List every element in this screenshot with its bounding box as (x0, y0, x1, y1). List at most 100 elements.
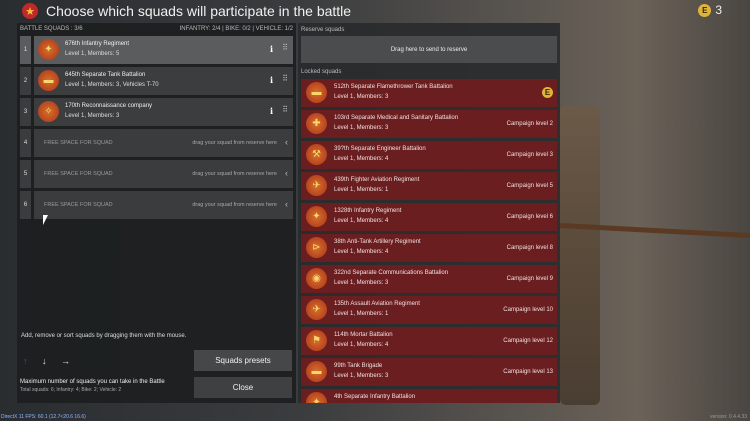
arrow-right-icon[interactable]: → (61, 356, 70, 366)
info-icon[interactable]: i (270, 106, 273, 116)
campaign-level: Campaign level 8 (506, 245, 553, 251)
squad-info: Level 1, Members: 3 (65, 113, 120, 119)
locked-heading: Locked squads (301, 69, 342, 75)
background-soldier (560, 105, 600, 405)
reserve-drop-zone[interactable]: Drag here to send to reserve (301, 36, 557, 63)
campaign-level: Campaign level 9 (506, 276, 553, 282)
drag-handle-icon[interactable]: ⠿ (282, 43, 288, 52)
slot-number: 3 (20, 98, 31, 126)
coin-icon: E (542, 87, 553, 98)
squad-name: 645th Separate Tank Battalion (65, 72, 146, 78)
squad-name: 99th Tank Brigade (334, 363, 383, 369)
squad-name: 114th Mortar Battalion (334, 332, 393, 338)
empty-slot-body[interactable]: FREE SPACE FOR SQUAD drag your squad fro… (34, 191, 293, 219)
squad-info: Level 1, Members: 4 (334, 218, 389, 224)
recon-emblem-icon: ✧ (38, 101, 59, 122)
locked-squad-row[interactable]: ⚒ 39?th Separate Engineer Battalion Leve… (301, 141, 557, 169)
squad-row[interactable]: 1 ✦ 676th Infantry Regiment Level 1, Mem… (20, 36, 293, 64)
engineer-emblem-icon: ⚒ (306, 144, 327, 165)
chevron-left-icon: ‹ (285, 137, 288, 147)
reserve-squads-panel: Reserve squads Drag here to send to rese… (298, 23, 560, 403)
info-icon[interactable]: i (270, 44, 273, 54)
chevron-left-icon: ‹ (285, 168, 288, 178)
locked-squad-row[interactable]: ✦ 1328th Infantry Regiment Level 1, Memb… (301, 203, 557, 231)
squad-info: Level 1, Members: 1 (334, 311, 389, 317)
battle-squads-heading: BATTLE SQUADS : 3/6 (20, 26, 83, 32)
rifle-emblem-icon: ✦ (306, 392, 327, 403)
empty-slot-hint: drag your squad from reserve here (192, 171, 277, 177)
arrow-down-icon[interactable]: ↓ (42, 356, 47, 366)
locked-squad-row[interactable]: ✚ 103rd Separate Medical and Sanitary Ba… (301, 110, 557, 138)
squad-name: 103rd Separate Medical and Sanitary Batt… (334, 115, 459, 121)
locked-squad-row[interactable]: ✈ 135th Assault Aviation Regiment Level … (301, 296, 557, 324)
locked-squad-row[interactable]: ⊳ 38th Anti-Tank Artillery Regiment Leve… (301, 234, 557, 262)
medical-emblem-icon: ✚ (306, 113, 327, 134)
tank-emblem-icon: ▬ (38, 70, 59, 91)
campaign-level: Campaign level 5 (506, 183, 553, 189)
squad-info: Level 1, Members: 3, Vehicles T-70 (65, 82, 159, 88)
campaign-level: Campaign level 12 (503, 338, 553, 344)
squad-info: Level 1, Members: 5 (65, 51, 120, 57)
mouse-cursor-icon (43, 215, 48, 225)
drag-handle-icon[interactable]: ⠿ (282, 74, 288, 83)
squad-name: 39?th Separate Engineer Battalion (334, 146, 426, 152)
squad-name: 512th Separate Flamethrower Tank Battali… (334, 84, 453, 90)
locked-squad-row[interactable]: ✦ 4th Separate Infantry Battalion (301, 389, 557, 403)
empty-slot-hint: drag your squad from reserve here (192, 140, 277, 146)
version-label: version: 0.4.4.33 (710, 414, 747, 420)
locked-squad-row[interactable]: ⚑ 114th Mortar Battalion Level 1, Member… (301, 327, 557, 355)
campaign-level: Campaign level 2 (506, 121, 553, 127)
squad-info: Level 1, Members: 3 (334, 373, 389, 379)
slot-number: 2 (20, 67, 31, 95)
squad-name: 1328th Infantry Regiment (334, 208, 402, 214)
coin-icon: E (698, 3, 712, 17)
anti-tank-gun-emblem-icon: ⊳ (306, 237, 327, 258)
squad-type-stats: INFANTRY: 2/4 | BIKE: 0/2 | VEHICLE: 1/2 (179, 26, 293, 32)
squad-info: Level 1, Members: 3 (334, 125, 389, 131)
slot-number: 5 (20, 160, 31, 188)
drag-handle-icon[interactable]: ⠿ (282, 105, 288, 114)
locked-squad-row[interactable]: ✈ 439th Fighter Aviation Regiment Level … (301, 172, 557, 200)
empty-slot-hint: drag your squad from reserve here (192, 202, 277, 208)
rifle-emblem-icon: ✦ (306, 206, 327, 227)
reserve-heading: Reserve squads (301, 27, 345, 33)
empty-slot-body[interactable]: FREE SPACE FOR SQUAD drag your squad fro… (34, 129, 293, 157)
fighter-plane-emblem-icon: ✈ (306, 175, 327, 196)
empty-slot[interactable]: 5 FREE SPACE FOR SQUAD drag your squad f… (20, 160, 293, 188)
squad-info: Level 1, Members: 1 (334, 187, 389, 193)
flamethrower-tank-emblem-icon: ▬ (306, 82, 327, 103)
squad-card[interactable]: ▬ 645th Separate Tank Battalion Level 1,… (34, 67, 293, 95)
squad-row[interactable]: 2 ▬ 645th Separate Tank Battalion Level … (20, 67, 293, 95)
campaign-level: Campaign level 13 (503, 369, 553, 375)
locked-squad-row[interactable]: ▬ 99th Tank Brigade Level 1, Members: 3 … (301, 358, 557, 386)
squad-card[interactable]: ✧ 170th Reconnaissance company Level 1, … (34, 98, 293, 126)
radio-emblem-icon: ◉ (306, 268, 327, 289)
battle-squads-panel: BATTLE SQUADS : 3/6 INFANTRY: 2/4 | BIKE… (17, 23, 296, 403)
currency-display: E 3 (698, 3, 722, 17)
max-squads-detail: Total squads: 6; Infantry: 4; Bike: 2; V… (20, 387, 122, 393)
empty-slot-body[interactable]: FREE SPACE FOR SQUAD drag your squad fro… (34, 160, 293, 188)
locked-squad-row[interactable]: ▬ 512th Separate Flamethrower Tank Batta… (301, 79, 557, 107)
close-button[interactable]: Close (194, 377, 292, 398)
squad-info: Level 1, Members: 3 (334, 94, 389, 100)
chevron-left-icon: ‹ (285, 199, 288, 209)
squad-name: 4th Separate Infantry Battalion (334, 394, 416, 400)
empty-slot[interactable]: 4 FREE SPACE FOR SQUAD drag your squad f… (20, 129, 293, 157)
top-bar: ★ Choose which squads will participate i… (0, 0, 750, 20)
empty-slot-label: FREE SPACE FOR SQUAD (44, 140, 113, 146)
empty-slot-label: FREE SPACE FOR SQUAD (44, 171, 113, 177)
squads-presets-button[interactable]: Squads presets (194, 350, 292, 371)
squad-card[interactable]: ✦ 676th Infantry Regiment Level 1, Membe… (34, 36, 293, 64)
squad-row[interactable]: 3 ✧ 170th Reconnaissance company Level 1… (20, 98, 293, 126)
squad-name: 322nd Separate Communications Battalion (334, 270, 449, 276)
arrow-up-icon[interactable]: ↑ (23, 356, 28, 366)
locked-squad-row[interactable]: ◉ 322nd Separate Communications Battalio… (301, 265, 557, 293)
empty-slot[interactable]: 6 FREE SPACE FOR SQUAD drag your squad f… (20, 191, 293, 219)
slot-number: 4 (20, 129, 31, 157)
star-icon: ★ (22, 3, 38, 19)
drag-help-text: Add, remove or sort squads by dragging t… (21, 333, 187, 339)
campaign-level: Campaign level 3 (506, 152, 553, 158)
currency-count: 3 (715, 3, 722, 17)
mortar-emblem-icon: ⚑ (306, 330, 327, 351)
info-icon[interactable]: i (270, 75, 273, 85)
